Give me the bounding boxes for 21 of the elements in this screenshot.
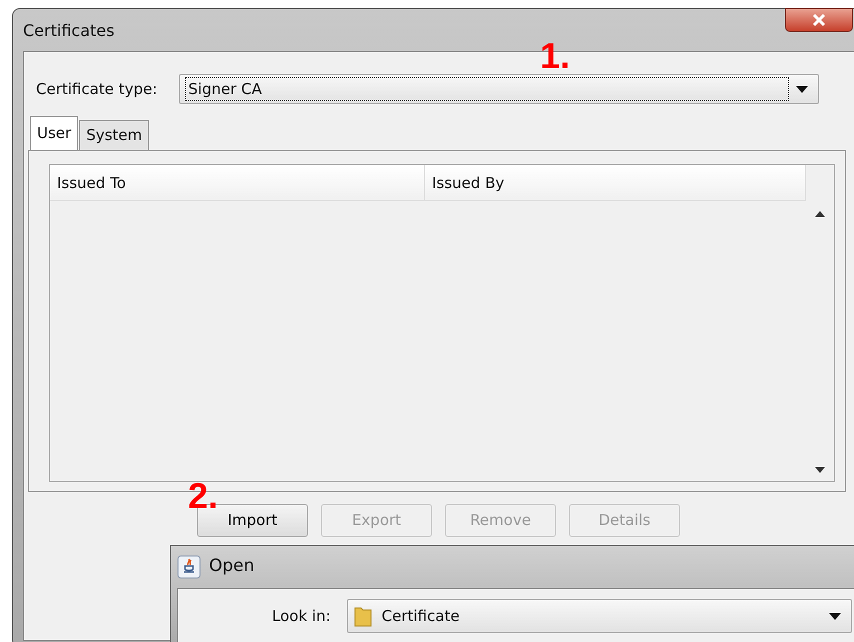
close-button[interactable] [785, 8, 853, 32]
look-in-dropdown[interactable]: Certificate [346, 599, 852, 633]
coffee-cup-icon [177, 555, 201, 579]
scroll-up-icon[interactable] [815, 210, 825, 216]
certificate-type-dropdown[interactable]: Signer CA [179, 74, 820, 104]
tab[interactable]: User [30, 116, 78, 150]
look-in-label: Look in: [272, 606, 331, 627]
tab[interactable]: System [79, 120, 150, 150]
close-icon [812, 14, 826, 26]
selected-value: Signer CA [186, 78, 788, 100]
dialog-title: Open [209, 555, 254, 578]
selected-value: Certificate [380, 606, 461, 627]
dropdown-arrow-icon [828, 612, 841, 620]
column-header[interactable]: Issued To [50, 164, 425, 200]
certificate-type-label: Certificate type: [36, 78, 158, 100]
scroll-down-icon[interactable] [815, 466, 825, 472]
folder-icon [354, 605, 372, 627]
window-title: Certificates [23, 21, 114, 40]
dropdown-arrow-icon [796, 86, 808, 92]
annotation-label: 1. [540, 38, 570, 74]
column-header[interactable]: Issued By [425, 164, 806, 200]
